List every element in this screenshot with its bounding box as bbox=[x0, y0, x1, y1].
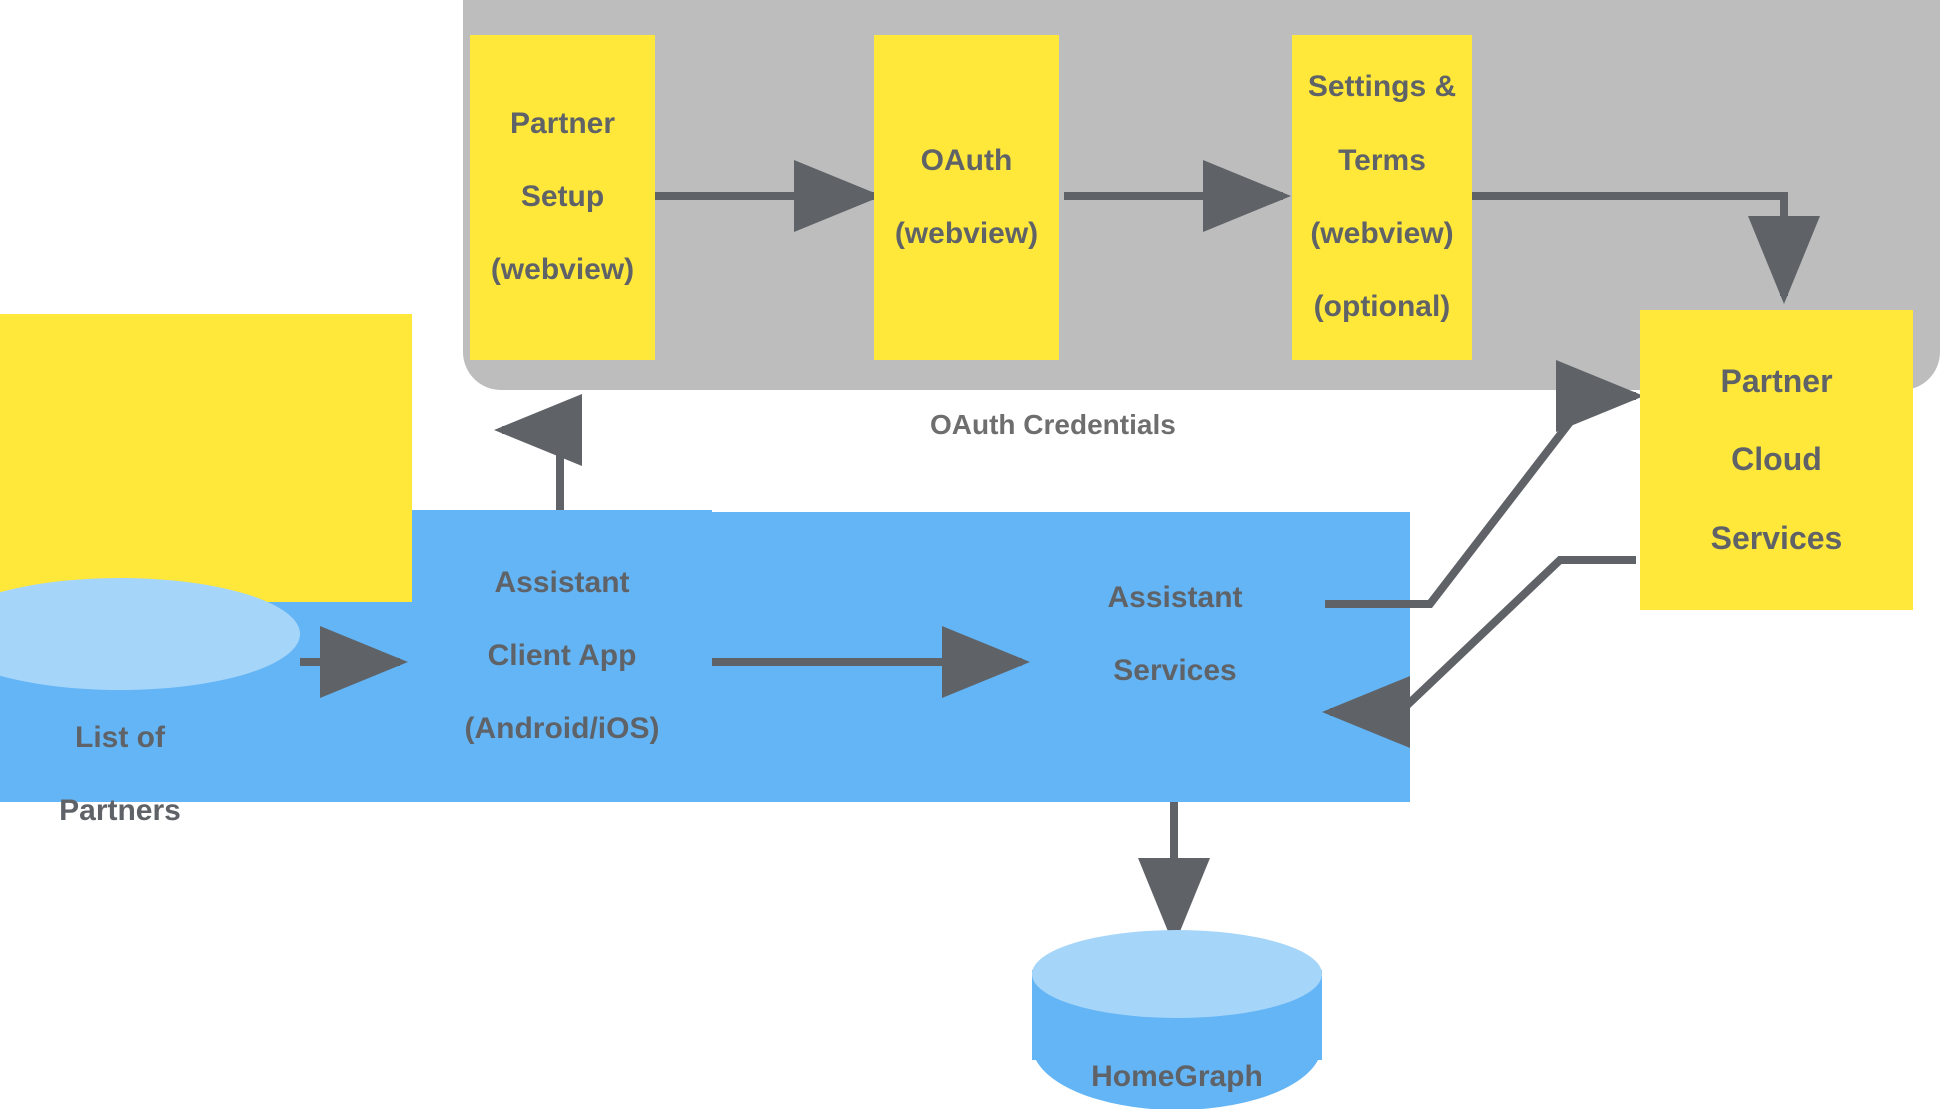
cylinder-top bbox=[1032, 930, 1322, 1018]
node-partner-cloud-services[interactable]: Partner Cloud Services bbox=[1640, 310, 1913, 610]
arrow-services-to-cloud bbox=[1325, 360, 1644, 608]
node-partner-setup[interactable]: Partner Setup (webview) bbox=[470, 35, 655, 360]
arrow-client-to-setup bbox=[494, 394, 582, 512]
node-oauth-label: OAuth (webview) bbox=[894, 143, 1039, 250]
edge-label-oauth-credentials: OAuth Credentials bbox=[930, 409, 1176, 440]
node-settings-terms-label: Settings & Terms (webview) (optional) bbox=[1307, 70, 1457, 323]
node-oauth[interactable]: OAuth (webview) bbox=[874, 35, 1059, 360]
node-assistant-client-app-label: Assistant Client App (Android/iOS) bbox=[464, 565, 660, 745]
node-assistant-client-app[interactable]: Assistant Client App (Android/iOS) bbox=[412, 510, 712, 802]
node-list-of-partners-label: List of Partners bbox=[59, 720, 181, 827]
diagram-canvas: Partner Setup (webview) OAuth (webview) … bbox=[0, 0, 1940, 1109]
arrow-settings-to-cloud bbox=[1472, 192, 1820, 304]
node-assistant-services[interactable]: Assistant Services bbox=[1040, 580, 1310, 690]
node-partner-cloud-services-label: Partner Cloud Services bbox=[1710, 363, 1843, 556]
node-settings-terms[interactable]: Settings & Terms (webview) (optional) bbox=[1292, 35, 1472, 360]
node-assistant-services-label: Assistant Services bbox=[1107, 581, 1243, 688]
node-partner-setup-label: Partner Setup (webview) bbox=[490, 107, 635, 287]
arrow-cloud-to-services bbox=[1322, 556, 1636, 748]
node-homegraph-label: HomeGraph bbox=[1091, 1059, 1263, 1093]
node-list-of-partners[interactable]: List of Partners bbox=[0, 578, 300, 827]
partner-domain-block bbox=[0, 314, 412, 602]
node-homegraph[interactable]: HomeGraph bbox=[1032, 930, 1322, 1109]
